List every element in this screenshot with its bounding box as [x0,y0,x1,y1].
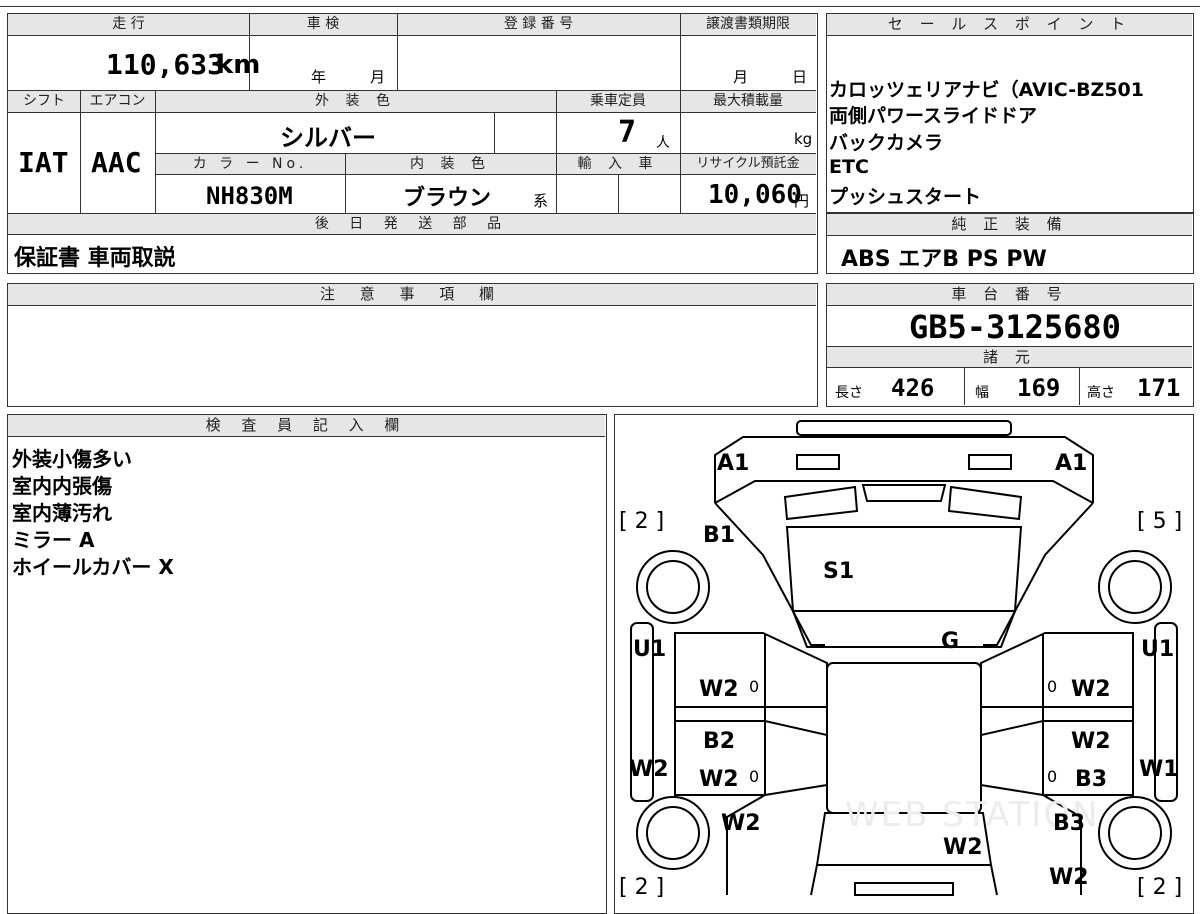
recycle-amount: 10,060 [708,180,802,210]
sales-point-1: カロッツェリアナビ（AVIC-BZ501 [829,79,1144,101]
vehicle-info-table: 走 行 車 検 登 録 番 号 譲渡書類期限 110,633 km 年 月 月 … [7,13,818,274]
sales-point-3: バックカメラ [829,132,944,154]
transfer-month: 月 [733,68,749,86]
width-value: 169 [1017,374,1061,402]
chassis-number: GB5-3125680 [909,308,1121,346]
tire-fl: [ 2 ] [619,509,665,534]
mark-w2-right-rear: W2 [1049,865,1089,890]
tire-rr: [ 2 ] [1137,875,1183,900]
height-value: 171 [1137,374,1181,402]
exterior-color: シルバー [280,124,376,152]
mark-u1-right: U1 [1141,637,1175,662]
mark-b3-door: B3 [1075,767,1108,792]
spec-header: 諸 元 [827,346,1192,368]
length-label: 長さ [835,385,863,401]
inspector-line-2: 室内内張傷 [12,474,112,498]
interior-suffix: 系 [533,192,549,210]
chassis-header: 車 台 番 号 [827,284,1192,306]
inspector-line-1: 外装小傷多い [12,447,132,471]
interior-color: ブラウン [403,186,492,211]
later-parts-header: 後 日 発 送 部 品 [8,213,816,235]
mark-w2-rld: W2 [699,767,739,792]
sales-points-header: セ ー ル ス ポ イ ン ト [827,14,1192,36]
width-label: 幅 [975,385,989,401]
mileage-value: 110,633 [106,48,225,81]
inspector-line-3: 室内薄汚れ [12,501,112,525]
import-header: 輸 入 車 [556,153,680,175]
mark-w2-frd: W2 [1071,677,1111,702]
ac-value: AAC [91,146,142,179]
mark-b2: B2 [703,729,736,754]
capacity-unit: 人 [656,135,670,151]
tire-fr: [ 5 ] [1137,509,1183,534]
mark-w2-roof-rear: W2 [943,835,983,860]
mark-zero-1: 0 [749,677,760,696]
mark-zero-2: 0 [1047,677,1058,696]
sales-point-2: 両側パワースライドドア [829,105,1038,127]
transfer-header: 譲渡書類期限 [680,14,816,36]
capacity-value: 7 [618,115,637,150]
chassis-box: 車 台 番 号 GB5-3125680 諸 元 長さ 426 幅 169 高さ … [826,283,1194,407]
interior-header: 内 装 色 [345,153,556,175]
mark-zero-4: 0 [1047,767,1058,786]
mark-s1: S1 [823,559,855,584]
mileage-unit: km [216,50,261,80]
exterior-header: 外 装 色 [155,91,556,113]
mark-w2-right-mid: W2 [1071,729,1111,754]
registration-header: 登 録 番 号 [397,14,680,36]
sales-point-5: プッシュスタート [829,186,982,208]
load-header: 最大積載量 [680,91,816,113]
inspector-header: 検 査 員 記 入 欄 [8,415,605,437]
notes-header: 注 意 事 項 欄 [8,284,816,306]
sales-point-4: ETC [829,156,869,178]
capacity-header: 乗車定員 [556,91,680,113]
equipment-value: ABS エアB PS PW [841,247,1047,272]
mark-w2-left-side: W2 [629,757,669,782]
mark-g: G [941,629,960,654]
mark-w2-fld: W2 [699,677,739,702]
inspector-box: 検 査 員 記 入 欄 外装小傷多い 室内内張傷 室内薄汚れ ミラー A ホイー… [7,414,607,914]
mark-zero-3: 0 [749,767,760,786]
notes-box: 注 意 事 項 欄 [7,283,818,407]
ac-header: エアコン [80,91,155,113]
mark-b3-rear: B3 [1053,811,1086,836]
top-strip [0,0,1200,7]
height-label: 高さ [1087,385,1115,401]
load-unit: kg [794,130,813,148]
inspection-header: 車 検 [249,14,397,36]
sales-points-box: セ ー ル ス ポ イ ン ト カロッツェリアナビ（AVIC-BZ501 両側パ… [826,13,1194,213]
shift-header: シフト [8,91,80,113]
mark-w1-right-side: W1 [1139,757,1179,782]
mark-a1-left: A1 [717,451,750,476]
later-parts-value: 保証書 車両取説 [14,246,176,271]
equipment-box: 純 正 装 備 ABS エアB PS PW [826,213,1194,274]
inspector-line-4: ミラー A [12,528,95,552]
mark-w2-left-rear: W2 [721,811,761,836]
recycle-header: リサイクル預託金 [680,153,816,175]
mark-b1: B1 [703,523,736,548]
tire-rl: [ 2 ] [619,875,665,900]
equipment-header: 純 正 装 備 [827,214,1192,236]
recycle-unit: 円 [794,192,810,210]
inspector-line-5: ホイールカバー X [12,555,174,579]
inspection-month: 月 [370,68,386,86]
color-no-value: NH830M [206,182,293,210]
shift-value: IAT [18,146,69,179]
car-diagram-box: WEB STATION A1 A1 [ 2 ] [ 5 ] B1 S1 G U1… [614,414,1194,914]
color-no-header: カ ラ ー No. [155,153,345,175]
length-value: 426 [891,374,935,402]
transfer-day: 日 [792,68,808,86]
mark-a1-right: A1 [1055,451,1088,476]
mark-u1-left: U1 [633,637,667,662]
inspection-year: 年 [311,68,327,86]
mileage-header: 走 行 [8,14,249,36]
